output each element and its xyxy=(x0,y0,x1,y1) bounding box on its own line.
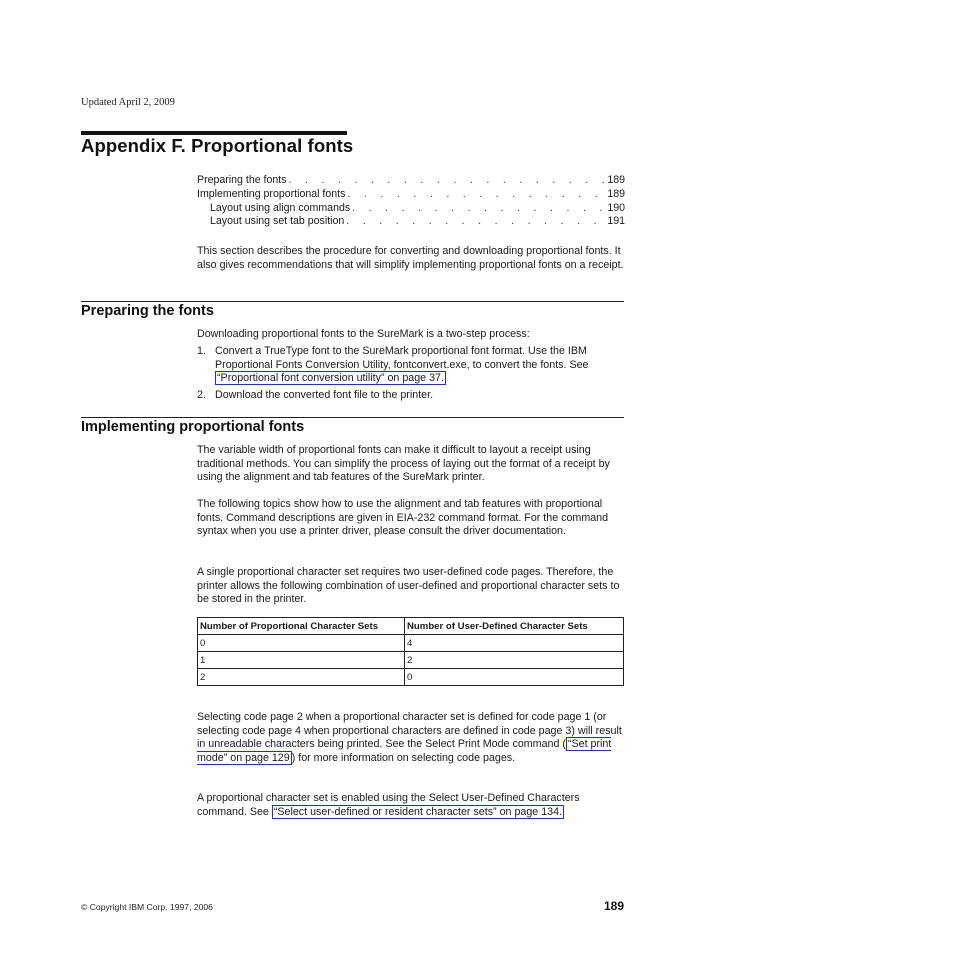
implementing-paragraph-5: A proportional character set is enabled … xyxy=(197,792,627,819)
table-header-row: Number of Proportional Character Sets Nu… xyxy=(197,617,624,635)
toc-entry-page[interactable]: 189 xyxy=(604,174,625,188)
character-sets-table: Number of Proportional Character Sets Nu… xyxy=(197,617,624,686)
page-title: Appendix F. Proportional fonts xyxy=(81,135,354,156)
intro-paragraph: This section describes the procedure for… xyxy=(197,245,624,271)
toc-entry-page[interactable]: 190 xyxy=(604,202,625,216)
updated-date: Updated April 2, 2009 xyxy=(81,97,175,108)
section-heading-implementing: Implementing proportional fonts xyxy=(81,419,305,435)
toc-entry[interactable]: Layout using align commands . . . . . . … xyxy=(197,202,625,216)
table-header-proportional: Number of Proportional Character Sets xyxy=(197,617,405,635)
table-row: 2 0 xyxy=(197,668,624,686)
toc-entry-label[interactable]: Implementing proportional fonts xyxy=(197,188,347,202)
implementing-paragraph-1: The variable width of proportional fonts… xyxy=(197,444,610,484)
step-number: 1. xyxy=(197,345,206,357)
copyright-notice: © Copyright IBM Corp. 1997, 2006 xyxy=(81,902,213,912)
toc-entry[interactable]: Preparing the fonts . . . . . . . . . . … xyxy=(197,174,625,188)
toc-leader: . . . . . . . . . . . . . . . . . . . . … xyxy=(346,215,604,228)
toc-entry-label[interactable]: Layout using set tab position xyxy=(210,215,346,229)
table-cell: 1 xyxy=(197,651,405,669)
table-cell: 2 xyxy=(404,651,624,669)
paragraph-text: Selecting code page 2 when a proportiona… xyxy=(197,711,622,751)
page-number: 189 xyxy=(603,899,624,913)
section-rule xyxy=(81,417,624,418)
paragraph-text: ) for more information on selecting code… xyxy=(291,751,516,764)
step-text-content: Convert a TrueType font to the SureMark … xyxy=(215,345,589,371)
table-cell: 2 xyxy=(197,668,405,686)
table-row: 0 4 xyxy=(197,634,624,652)
section-heading-preparing: Preparing the fonts xyxy=(81,303,214,319)
section-rule xyxy=(81,301,624,302)
xref-link-font-conversion-utility[interactable]: “Proportional font conversion utility” o… xyxy=(215,371,446,386)
toc-entry[interactable]: Implementing proportional fonts . . . . … xyxy=(197,188,625,202)
step-text: Download the converted font file to the … xyxy=(215,389,434,402)
table-cell: 0 xyxy=(197,634,405,652)
xref-link-select-user-defined-character-sets[interactable]: “Select user-defined or resident charact… xyxy=(271,804,564,819)
step-text: Convert a TrueType font to the SureMark … xyxy=(215,345,627,386)
toc-leader: . . . . . . . . . . . . . . . . . . . . … xyxy=(347,187,604,200)
preparing-lead: Downloading proportional fonts to the Su… xyxy=(197,328,530,340)
toc-leader: . . . . . . . . . . . . . . . . . . . . … xyxy=(288,174,605,186)
toc-entry-page[interactable]: 189 xyxy=(604,188,625,202)
implementing-paragraph-2: The following topics show how to use the… xyxy=(197,498,609,538)
toc-leader: . . . . . . . . . . . . . . . . . . . . … xyxy=(352,201,604,214)
step-number: 2. xyxy=(197,389,206,402)
step-item: 1. Convert a TrueType font to the SureMa… xyxy=(197,345,627,386)
step-item: 2. Download the converted font file to t… xyxy=(197,389,627,403)
table-cell: 0 xyxy=(404,668,624,686)
toc-entry-page[interactable]: 191 xyxy=(604,215,625,229)
table-row: 1 2 xyxy=(197,651,624,669)
toc-entry[interactable]: Layout using set tab position . . . . . … xyxy=(197,215,625,229)
toc-entry-label[interactable]: Preparing the fonts xyxy=(197,174,289,188)
table-cell: 4 xyxy=(404,634,624,652)
implementing-paragraph-4: Selecting code page 2 when a proportiona… xyxy=(197,711,627,765)
preparing-steps: 1. Convert a TrueType font to the SureMa… xyxy=(197,345,627,406)
table-header-user-defined: Number of User-Defined Character Sets xyxy=(404,617,624,635)
implementing-paragraph-3: A single proportional character set requ… xyxy=(197,566,620,606)
mini-toc: Preparing the fonts . . . . . . . . . . … xyxy=(197,174,625,229)
toc-entry-label[interactable]: Layout using align commands xyxy=(210,202,352,216)
